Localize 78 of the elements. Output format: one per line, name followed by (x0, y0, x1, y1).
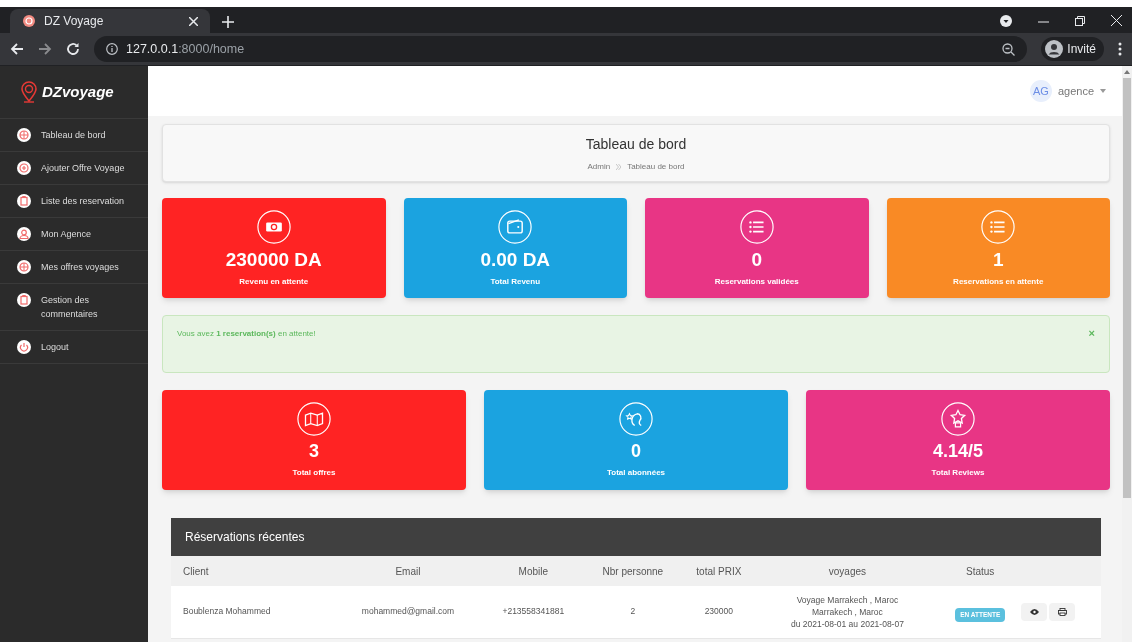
info-icon[interactable] (106, 43, 118, 55)
grid-icon (17, 128, 31, 142)
clipboard-icon (17, 194, 31, 208)
reload-icon[interactable] (66, 42, 80, 56)
profile-avatar-icon (1045, 40, 1064, 58)
table-cell: 230000 (704, 606, 733, 617)
list-icon (981, 210, 1016, 244)
stat-value: 3 (309, 440, 319, 463)
location-pin-logo-icon (20, 81, 38, 103)
stat-label: Total Reviews (931, 466, 985, 479)
caret-icon (1100, 89, 1106, 93)
close-window-icon[interactable] (1111, 15, 1122, 26)
table-cell: Boublenza Mohammed (183, 606, 271, 617)
stat-label: Total abonnées (606, 466, 666, 479)
map-icon (297, 402, 331, 436)
sidebar-item[interactable]: Ajouter Offre Voyage (41, 161, 125, 175)
user-menu[interactable]: agence (1057, 82, 1094, 100)
tab-search-icon[interactable] (1000, 15, 1012, 27)
stat-value: 230000 DA (225, 248, 322, 272)
column-header: voyages (755, 556, 940, 586)
view-button[interactable] (1021, 602, 1047, 621)
sidebar-item[interactable]: Logout (41, 340, 69, 354)
sidebar-item[interactable]: Tableau de bord (41, 128, 106, 142)
url-text: 127.0.0.1:8000/home (126, 40, 246, 58)
sidebar-item[interactable]: Mon Agence (41, 227, 92, 241)
browser-tab[interactable]: DZ Voyage (10, 9, 210, 33)
scroll-up-icon[interactable] (1124, 70, 1130, 74)
power-icon (17, 340, 31, 354)
stat-label: Reservations en attente (953, 275, 1044, 288)
sidebar-item[interactable]: Mes offres voyages (41, 260, 119, 274)
print-button[interactable] (1049, 602, 1075, 621)
column-header: Email (332, 556, 484, 586)
back-icon[interactable] (10, 42, 24, 56)
column-header: Nbr personne (583, 556, 683, 586)
stat-value: 0 (751, 248, 763, 272)
list-icon (739, 210, 774, 244)
stat-label: Total offres (292, 466, 336, 479)
grid-icon (17, 260, 31, 274)
more-menu-icon[interactable] (1118, 42, 1122, 56)
brand-name: DZvoyage (42, 81, 114, 102)
table-cell: 2 (630, 606, 636, 617)
stat-value: 0.00 DA (480, 248, 551, 272)
table-cell-text: Voyage Marrakech , Maroc Marrakech , Maroc du 2021-08-01 au 2021-08-07 (789, 593, 905, 630)
alert-message: Vous avez 1 reservation(s) en attente! (177, 328, 316, 340)
stat-label: Revenu en attente (239, 275, 309, 288)
wallet-icon (498, 210, 533, 244)
breadcrumb-separator-icon (616, 163, 622, 170)
stat-value: 1 (992, 248, 1004, 272)
address-bar[interactable]: 127.0.0.1:8000/home (94, 36, 1028, 62)
sidebar-item[interactable]: Gestion des commentaires (41, 293, 131, 321)
user-icon (17, 227, 31, 241)
forward-icon[interactable] (38, 42, 52, 56)
column-header: Status (939, 556, 1021, 586)
breadcrumb-link[interactable]: Admin (587, 160, 611, 173)
stat-value: 0 (631, 440, 641, 463)
stat-value: 4.14/5 (932, 440, 983, 463)
table-cell: +213558341881 (502, 606, 565, 617)
clipboard-icon (17, 293, 31, 307)
stat-label: Reservations validées (714, 275, 799, 288)
tab-favicon-icon (22, 14, 36, 28)
plus-circle-icon (17, 161, 31, 175)
restore-icon[interactable] (1075, 16, 1085, 26)
tab-title: DZ Voyage (44, 13, 105, 30)
table-cell: mohammed@gmail.com (361, 606, 455, 617)
new-tab-icon[interactable] (222, 16, 234, 28)
eye-icon (1029, 608, 1039, 615)
column-header: total PRIX (682, 556, 756, 586)
sidebar-item[interactable]: Liste des reservation (41, 194, 125, 208)
stat-label: Total Revenu (490, 275, 541, 288)
printer-icon (1057, 607, 1067, 616)
profile-button[interactable]: Invité (1041, 37, 1104, 61)
close-tab-icon[interactable] (189, 16, 198, 26)
column-header: Client (171, 556, 333, 586)
page-title: Tableau de bord (585, 134, 687, 154)
table-title: Réservations récentes (185, 529, 305, 546)
zoom-out-icon[interactable] (1002, 42, 1016, 56)
money-icon (256, 210, 291, 244)
column-header: Mobile (483, 556, 584, 586)
